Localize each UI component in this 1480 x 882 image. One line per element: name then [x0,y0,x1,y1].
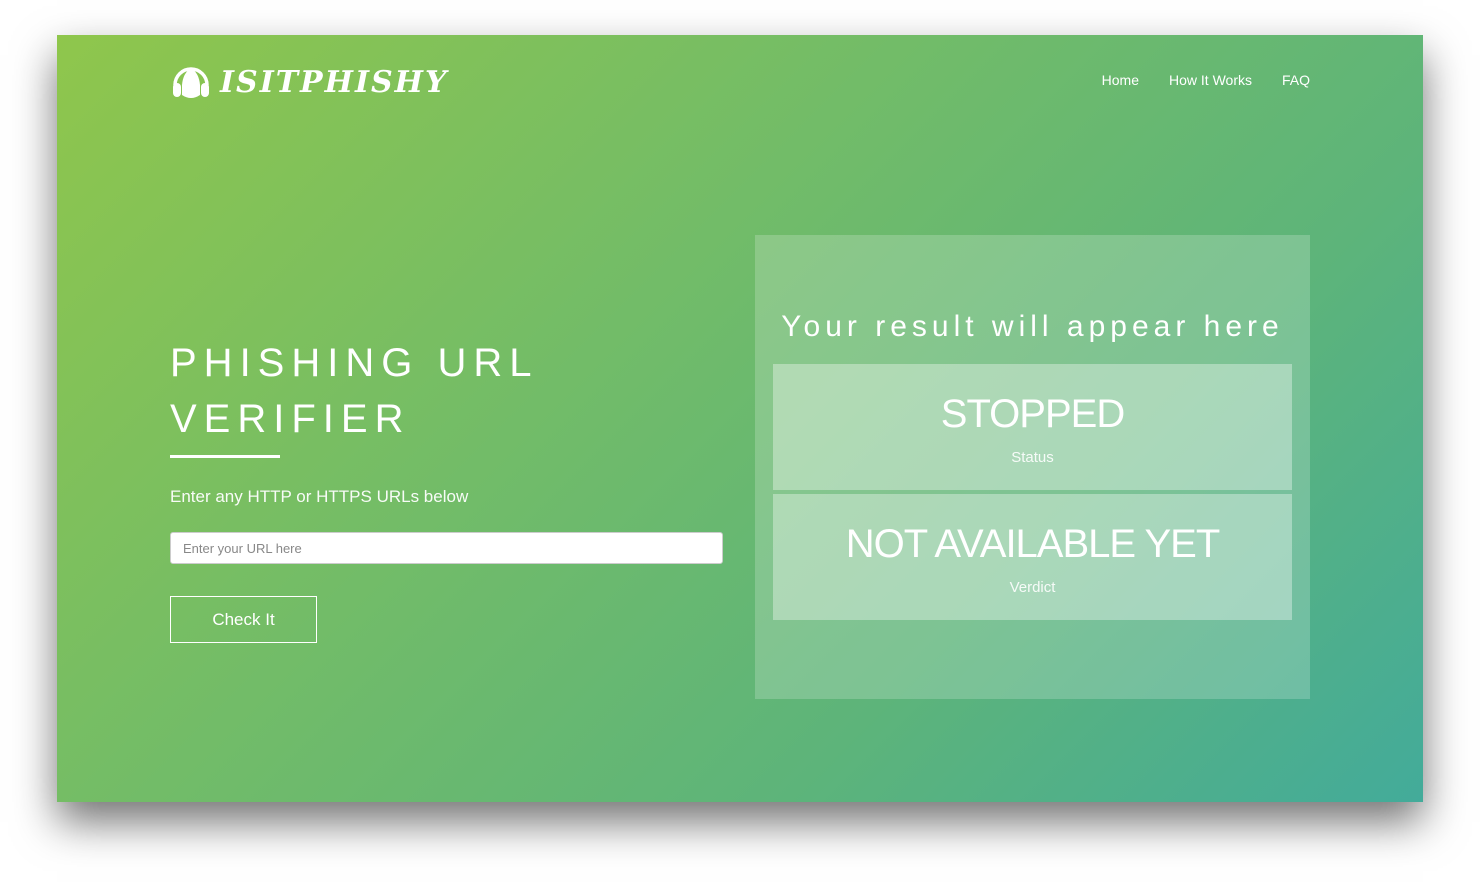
title-line-2: VERIFIER [170,397,411,441]
result-title: Your result will appear here [781,310,1284,343]
verdict-card: NOT AVAILABLE YET Verdict [773,494,1292,620]
title-line-1: PHISHING URL [170,341,539,385]
result-panel: Your result will appear here STOPPED Sta… [755,235,1310,699]
check-it-button[interactable]: Check It [170,596,317,643]
status-value: STOPPED [940,392,1125,436]
verdict-label: Verdict [1009,579,1056,596]
verdict-value: NOT AVAILABLE YET [845,522,1221,566]
app-window: ISITPHISHY Home How It Works FAQ PHISHIN… [57,35,1423,802]
nav-how-it-works[interactable]: How It Works [1169,72,1252,88]
nav-faq[interactable]: FAQ [1282,72,1310,88]
main-nav: Home How It Works FAQ [1102,72,1310,88]
nav-home[interactable]: Home [1102,72,1139,88]
status-label: Status [1011,449,1054,466]
brand-logo[interactable]: ISITPHISHY [170,59,448,106]
url-input[interactable] [170,532,723,564]
page-title: PHISHING URL VERIFIER [170,335,539,447]
headphones-icon [170,59,212,106]
brand-name: ISITPHISHY [220,65,449,100]
title-underline [170,455,280,458]
subtitle: Enter any HTTP or HTTPS URLs below [170,487,469,506]
status-card: STOPPED Status [773,364,1292,490]
